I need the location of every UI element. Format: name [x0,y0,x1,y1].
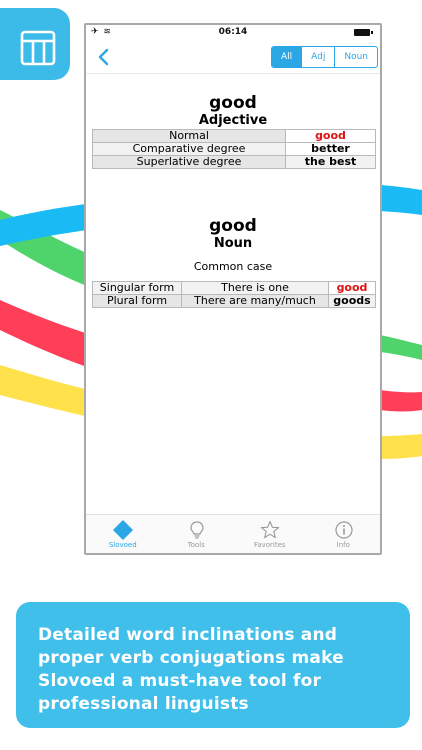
adjective-degree-table: Normal good Comparative degree better Su… [92,129,376,169]
form-description: There is one [181,281,329,295]
tab-bar: Slovoed Tools Favorites Info [86,514,380,553]
degree-value: better [285,142,376,156]
degree-label: Superlative degree [92,155,286,169]
status-time: 06:14 [218,27,248,37]
tab-info[interactable]: Info [307,515,381,553]
noun-headword: good [209,216,257,236]
degree-value: good [285,129,376,143]
degree-value: the best [285,155,376,169]
adjective-headword: good [209,93,257,113]
filter-adj[interactable]: Adj [301,47,334,67]
filter-segmented-control: All Adj Noun [270,46,378,68]
tab-tools[interactable]: Tools [160,515,234,553]
app-badge [0,8,70,80]
status-bar: ✈ ≋ 06:14 [86,25,380,41]
adjective-pos-label: Adjective [198,113,268,128]
table-row: Plural form There are many/much goods [92,294,376,308]
promo-caption-box: Detailed word inclinations and proper ve… [16,602,410,728]
tab-favorites[interactable]: Favorites [233,515,307,553]
slovoed-diamond-icon [113,520,133,540]
phone-frame: ✈ ≋ 06:14 All Adj Noun good Adjective No… [84,23,382,555]
lightbulb-icon [189,521,204,539]
star-icon [260,520,280,539]
tab-label: Favorites [253,541,286,549]
filter-all[interactable]: All [271,47,302,67]
degree-label: Comparative degree [92,142,286,156]
table-row: Normal good [92,129,376,143]
form-value: goods [328,294,376,308]
back-chevron-icon[interactable] [94,47,114,67]
table-icon [20,30,56,66]
nav-bar: All Adj Noun [86,41,380,74]
form-label: Plural form [92,294,182,308]
phone-screen: ✈ ≋ 06:14 All Adj Noun good Adjective No… [86,25,380,553]
degree-label: Normal [92,129,286,143]
tab-label: Info [336,541,350,549]
tab-slovoed[interactable]: Slovoed [86,515,160,553]
filter-noun[interactable]: Noun [334,47,377,67]
noun-case-table: Singular form There is one good Plural f… [92,281,376,308]
noun-pos-label: Noun [213,236,253,251]
case-title: Common case [193,260,273,273]
info-icon [334,521,353,539]
form-label: Singular form [92,281,182,295]
table-row: Superlative degree the best [92,155,376,169]
form-value: good [328,281,376,295]
tab-label: Slovoed [108,541,137,549]
battery-icon [354,29,373,36]
promo-caption-text: Detailed word inclinations and proper ve… [38,625,344,714]
table-row: Comparative degree better [92,142,376,156]
table-row: Singular form There is one good [92,281,376,295]
tab-label: Tools [187,541,205,549]
form-description: There are many/much [181,294,329,308]
